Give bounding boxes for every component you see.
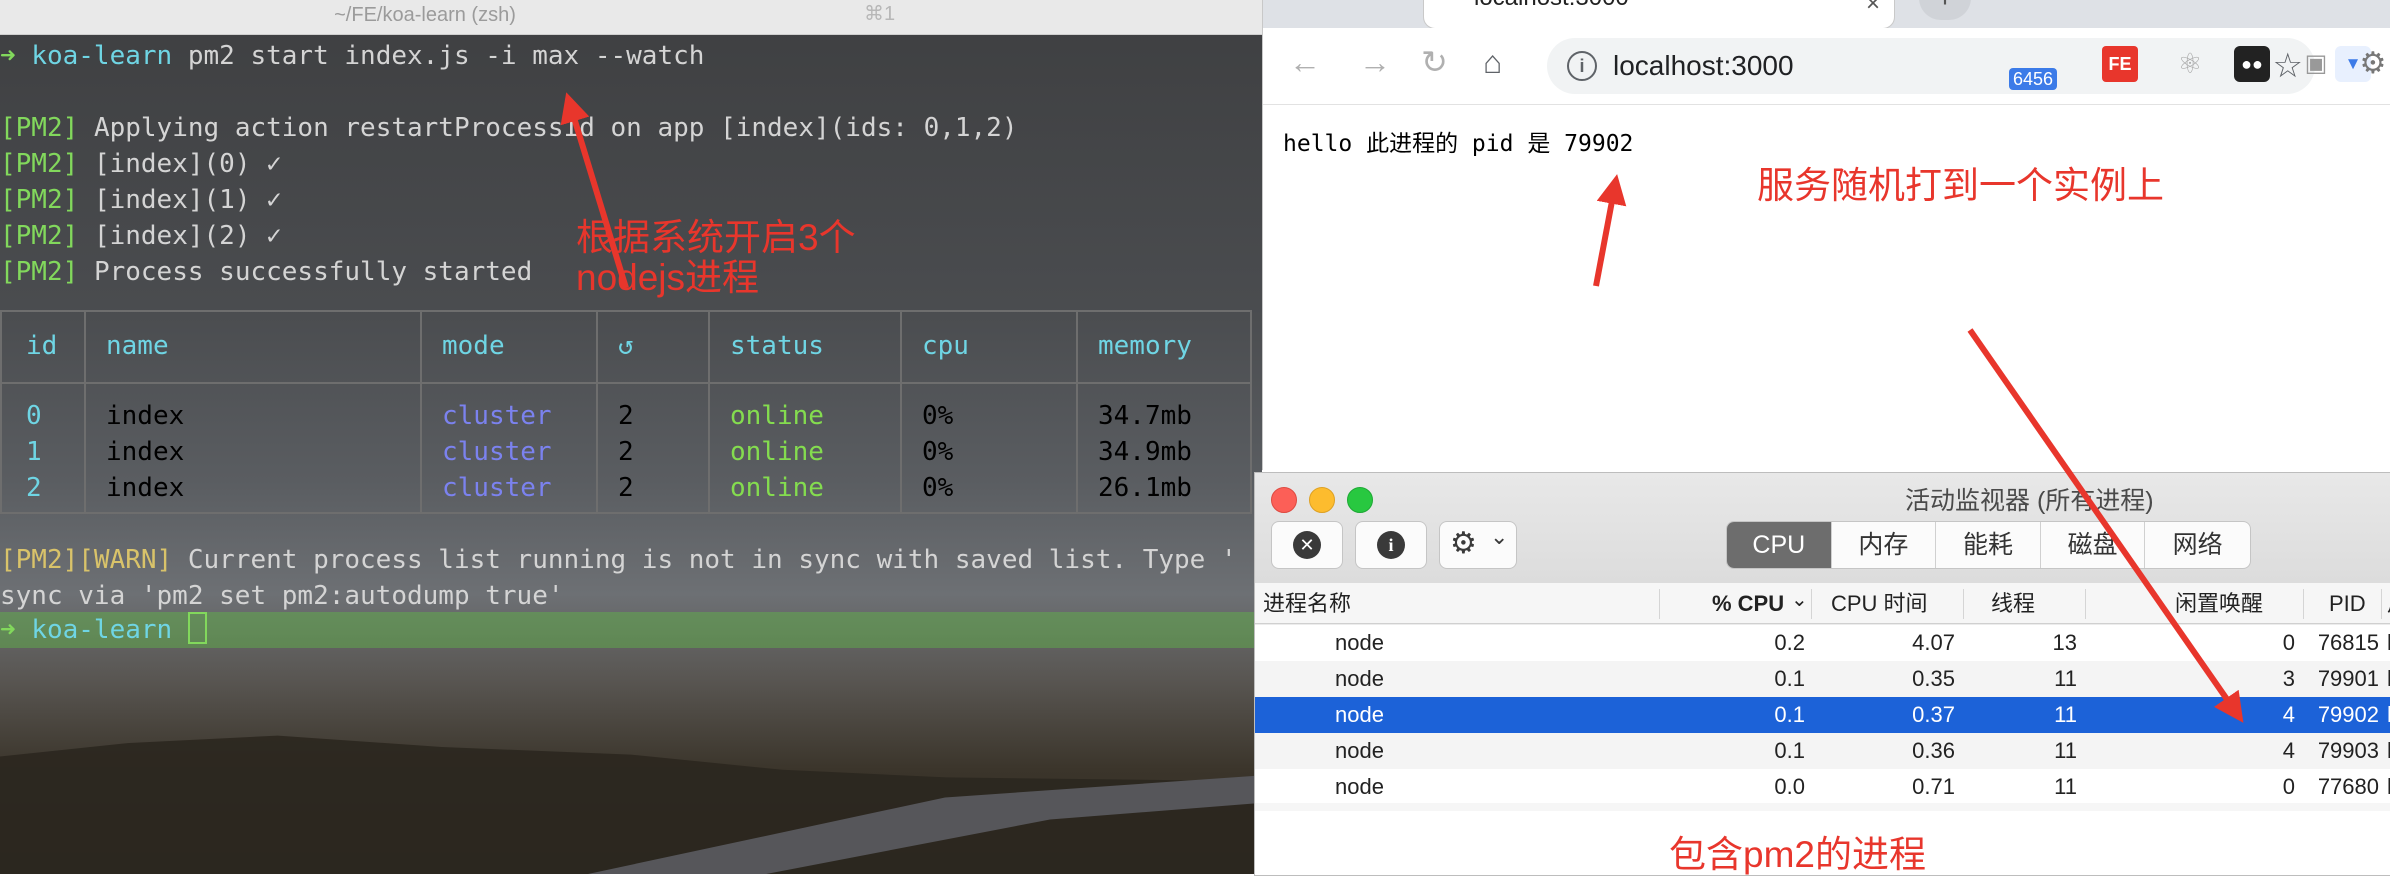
arrow-to-command [560, 92, 629, 289]
annotation-arrows [560, 92, 2244, 723]
arrow-to-pid [1593, 174, 1627, 287]
arrow-to-process [1967, 328, 2244, 723]
